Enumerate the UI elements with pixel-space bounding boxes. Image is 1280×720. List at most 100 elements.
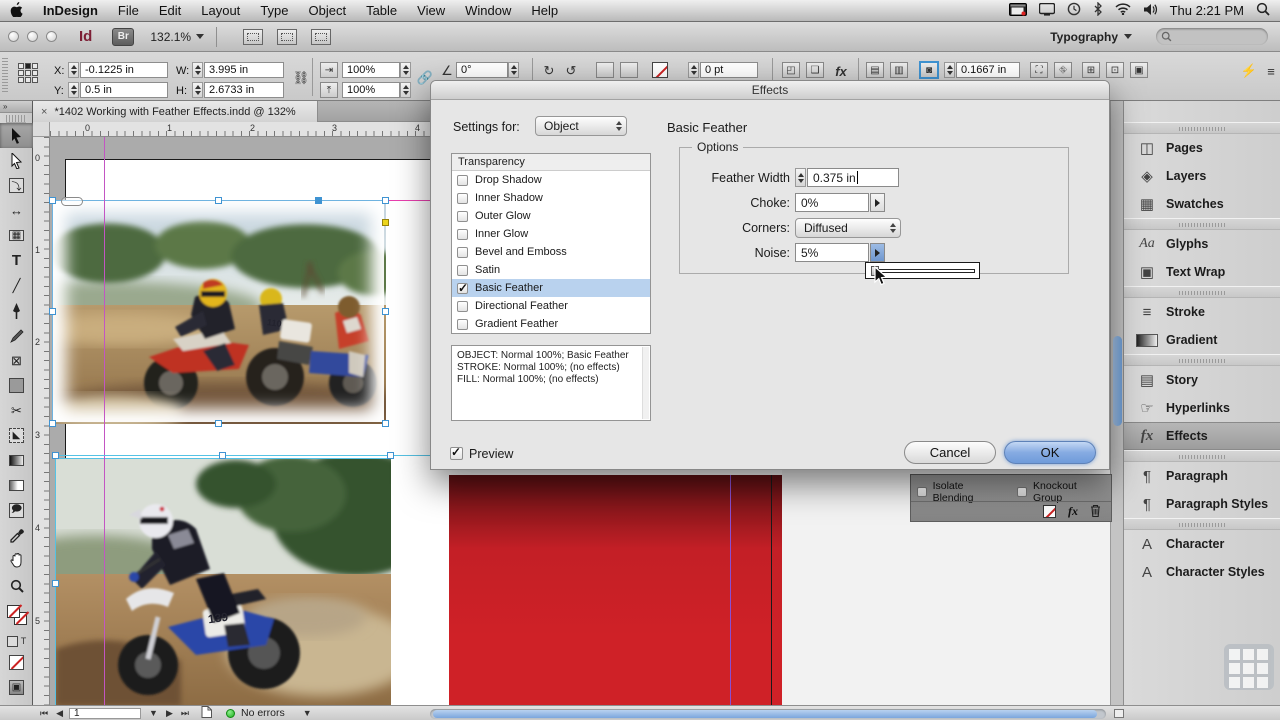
zoom-level-dropdown[interactable]: 132.1% — [150, 30, 204, 44]
auto-fit-icon[interactable]: ▣ — [1130, 62, 1148, 78]
red-rectangle-frame[interactable] — [449, 475, 782, 705]
rotate-ccw-icon[interactable]: ↺ — [562, 63, 580, 79]
effects-fx-icon[interactable]: fx — [832, 63, 850, 79]
select-content-icon[interactable] — [620, 62, 638, 78]
rotation-stepper[interactable] — [508, 62, 519, 78]
dock-item-glyphs[interactable]: AaGlyphs — [1124, 230, 1280, 258]
fx-icon[interactable]: fx — [1068, 504, 1078, 519]
h-stepper[interactable] — [192, 82, 203, 98]
next-page-button[interactable]: ▶ — [166, 708, 173, 719]
window-close-button[interactable] — [8, 31, 19, 42]
dock-item-text-wrap[interactable]: ▣Text Wrap — [1124, 258, 1280, 286]
menu-window[interactable]: Window — [455, 3, 521, 18]
apply-none-button[interactable] — [0, 650, 33, 675]
reference-point-proxy[interactable] — [18, 63, 40, 85]
time-machine-icon[interactable] — [1067, 2, 1081, 19]
gradient-swatch-tool[interactable] — [0, 448, 33, 473]
cancel-button[interactable]: Cancel — [904, 441, 996, 464]
pen-tool[interactable] — [0, 298, 33, 323]
effect-checkbox[interactable] — [457, 229, 468, 240]
margin-guide-vertical[interactable] — [104, 137, 105, 705]
wrap-object-shape-icon[interactable]: ◙ — [920, 62, 938, 78]
effect-checkbox[interactable] — [457, 247, 468, 258]
noise-slider-track[interactable] — [871, 269, 975, 273]
content-collector-tool[interactable]: ▦ — [0, 223, 33, 248]
h-field[interactable]: 2.6733 in — [204, 82, 284, 98]
vertical-ruler[interactable]: 0 1 2 3 4 5 6 — [33, 137, 50, 705]
feather-width-field[interactable]: 0.375 in — [807, 168, 899, 187]
dock-group-grip[interactable] — [1124, 122, 1280, 134]
volume-icon[interactable] — [1143, 3, 1158, 19]
display-icon[interactable] — [1039, 3, 1055, 19]
effect-checkbox[interactable] — [457, 265, 468, 276]
selection-handle-active[interactable] — [315, 197, 322, 204]
dock-item-story[interactable]: ▤Story — [1124, 366, 1280, 394]
formatting-affects-buttons[interactable]: T — [0, 632, 33, 650]
frame-tool[interactable]: ⊠ — [0, 348, 33, 373]
effect-row-basic-feather[interactable]: Basic Feather — [452, 279, 650, 297]
effect-row-inner-shadow[interactable]: Inner Shadow — [452, 189, 650, 207]
window-resize-icon[interactable] — [1114, 709, 1124, 718]
dock-item-paragraph[interactable]: ¶Paragraph — [1124, 462, 1280, 490]
choke-slider-button[interactable] — [870, 193, 885, 212]
vertical-scrollbar[interactable] — [1110, 101, 1123, 705]
direct-selection-tool[interactable] — [0, 148, 33, 173]
corner-options-icon[interactable]: ◰ — [782, 62, 800, 78]
corner-options-handle[interactable] — [382, 219, 389, 226]
stroke-weight-field[interactable]: 0 pt — [700, 62, 758, 78]
effect-checkbox[interactable] — [457, 175, 468, 186]
effect-row-satin[interactable]: Satin — [452, 261, 650, 279]
previous-page-button[interactable]: ◀ — [56, 708, 63, 719]
dock-item-paragraph-styles[interactable]: ¶Paragraph Styles — [1124, 490, 1280, 518]
type-tool[interactable]: T — [0, 248, 33, 273]
quick-apply-icon[interactable]: ⚡ — [1240, 63, 1258, 79]
free-transform-tool[interactable]: ◣ — [0, 423, 33, 448]
rotation-field[interactable]: 0° — [456, 62, 508, 78]
effect-row-drop-shadow[interactable]: Drop Shadow — [452, 171, 650, 189]
menu-layout[interactable]: Layout — [191, 3, 250, 18]
dock-item-hyperlinks[interactable]: ☞Hyperlinks — [1124, 394, 1280, 422]
settings-for-popup[interactable]: Object — [535, 116, 627, 136]
video-icon[interactable] — [1009, 3, 1027, 19]
effect-checkbox[interactable] — [457, 193, 468, 204]
document-tab[interactable]: × *1402 Working with Feather Effects.ind… — [33, 101, 318, 122]
noise-slider-button[interactable] — [870, 243, 885, 262]
constrain-dimensions-icon[interactable]: ⛓ — [292, 70, 310, 86]
fit-frame-icon[interactable]: ⛗ — [1054, 62, 1072, 78]
selection-handle[interactable] — [52, 452, 59, 459]
hand-tool[interactable] — [0, 548, 33, 573]
menu-help[interactable]: Help — [521, 3, 568, 18]
panel-grip[interactable] — [2, 58, 8, 94]
search-input[interactable] — [1156, 28, 1268, 45]
clear-effects-icon[interactable] — [1043, 505, 1056, 518]
effect-row-inner-glow[interactable]: Inner Glow — [452, 225, 650, 243]
menu-type[interactable]: Type — [250, 3, 298, 18]
menu-view[interactable]: View — [407, 3, 455, 18]
dock-item-effects[interactable]: fxEffects — [1124, 422, 1280, 450]
content-grabber[interactable] — [61, 197, 83, 206]
menu-file[interactable]: File — [108, 3, 149, 18]
workspace-switcher[interactable]: Typography — [1050, 30, 1132, 44]
line-tool[interactable]: ╱ — [0, 273, 33, 298]
choke-field[interactable]: 0% — [795, 193, 869, 212]
selection-handle[interactable] — [382, 420, 389, 427]
select-container-icon[interactable] — [596, 62, 614, 78]
wrap-bounding-box-icon[interactable]: ▥ — [890, 62, 908, 78]
dock-group-grip[interactable] — [1124, 518, 1280, 530]
apple-menu-icon[interactable] — [0, 2, 33, 20]
drop-shadow-icon[interactable]: ❑ — [806, 62, 824, 78]
menu-table[interactable]: Table — [356, 3, 407, 18]
x-field[interactable]: -0.1225 in — [80, 62, 168, 78]
effect-checkbox[interactable] — [457, 211, 468, 222]
ok-button[interactable]: OK — [1004, 441, 1096, 464]
fit-content-icon[interactable]: ⛶ — [1030, 62, 1048, 78]
no-text-wrap-icon[interactable]: ▤ — [866, 62, 884, 78]
menu-indesign[interactable]: InDesign — [33, 3, 108, 18]
eyedropper-tool[interactable] — [0, 523, 33, 548]
dock-group-grip[interactable] — [1124, 286, 1280, 298]
trash-icon[interactable] — [1090, 504, 1101, 520]
summary-scrollbar[interactable] — [642, 347, 649, 419]
horizontal-scrollbar[interactable] — [430, 709, 1106, 719]
rotate-cw-icon[interactable]: ↻ — [540, 63, 558, 79]
gradient-feather-tool[interactable] — [0, 473, 33, 498]
